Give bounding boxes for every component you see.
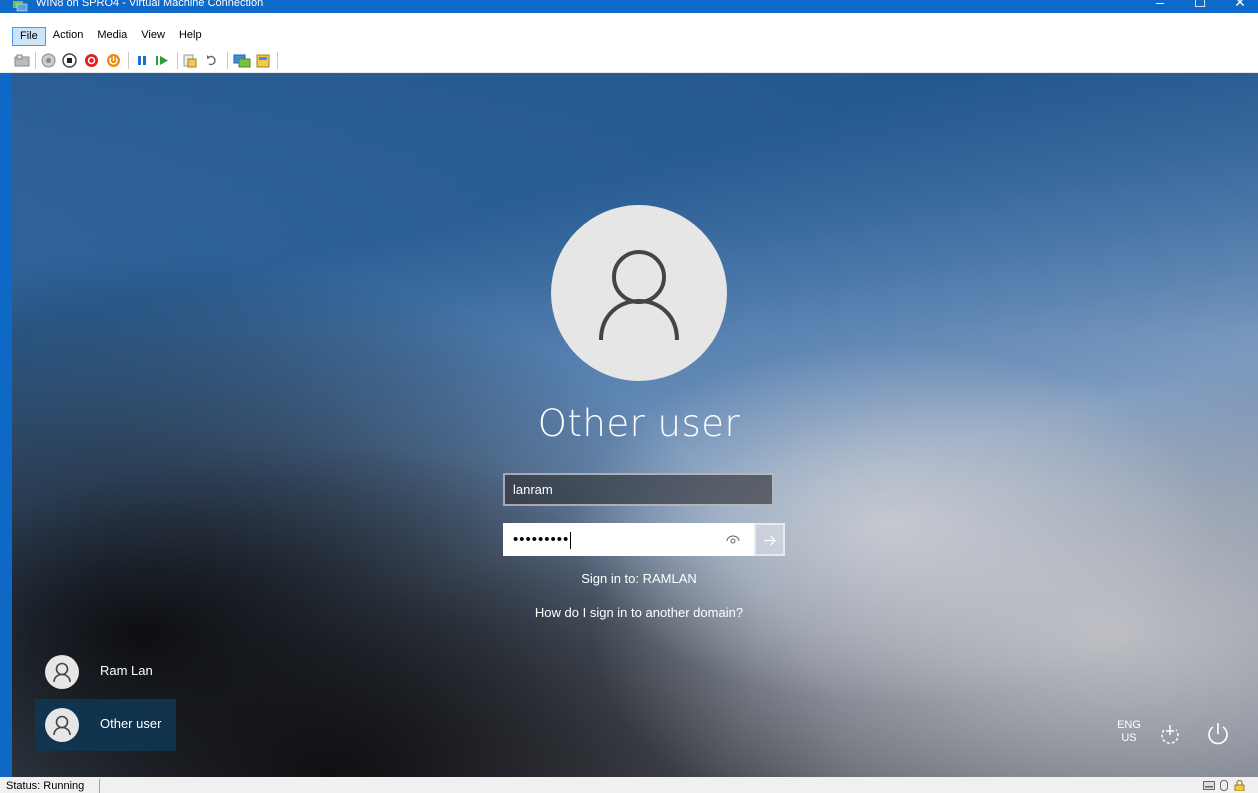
user-tile-label: Other user (100, 716, 162, 731)
mouse-icon (1220, 780, 1228, 791)
user-tile-avatar (45, 655, 79, 689)
reveal-password-icon[interactable] (726, 533, 740, 545)
ctrl-alt-del-icon[interactable] (14, 53, 30, 68)
input-language-indicator[interactable]: ENG US (1117, 719, 1141, 745)
sign-in-domain-text: Sign in to: RAMLAN (581, 571, 697, 586)
enhanced-session-icon[interactable] (233, 53, 251, 68)
user-tile-label: Ram Lan (100, 663, 153, 678)
pause-icon[interactable] (135, 53, 149, 68)
ease-of-access-icon[interactable] (1158, 722, 1182, 746)
user-silhouette-icon (53, 662, 71, 683)
user-silhouette-icon (53, 715, 71, 736)
lock-icon (1234, 780, 1245, 791)
region-code: US (1121, 732, 1137, 744)
close-button[interactable]: ✕ (1222, 0, 1258, 13)
reset-icon[interactable] (154, 53, 170, 68)
share-icon[interactable] (255, 53, 271, 68)
user-tile-avatar (45, 708, 79, 742)
user-silhouette-icon (599, 250, 679, 341)
menu-view[interactable]: View (134, 27, 172, 46)
menu-file[interactable]: File (12, 27, 46, 46)
password-field[interactable]: ••••••••• (503, 523, 754, 556)
other-domain-link[interactable]: How do I sign in to another domain? (439, 605, 839, 620)
menu-action[interactable]: Action (46, 27, 91, 46)
checkpoint-icon[interactable] (182, 53, 198, 68)
menu-help[interactable]: Help (172, 27, 209, 46)
vm-status-text: Status: Running (6, 780, 85, 792)
password-mask: ••••••••• (513, 531, 570, 548)
window-title: WIN8 on SPRO4 - Virtual Machine Connecti… (36, 0, 264, 9)
shutdown-icon[interactable] (84, 53, 99, 68)
menu-bar: File Action Media View Help (0, 13, 1258, 49)
save-icon[interactable] (106, 53, 121, 68)
text-cursor (570, 531, 572, 549)
username-field[interactable]: lanram (503, 473, 774, 506)
keyboard-icon (1203, 781, 1215, 790)
user-tile-other-user[interactable]: Other user (35, 699, 176, 751)
window-titlebar: WIN8 on SPRO4 - Virtual Machine Connecti… (0, 0, 1258, 13)
selected-user-name: Other user (537, 402, 741, 445)
status-bar: Status: Running (0, 777, 1258, 793)
arrow-right-icon (764, 535, 776, 546)
submit-button[interactable] (754, 523, 785, 556)
user-tile-ram-lan[interactable]: Ram Lan (35, 646, 176, 698)
user-avatar (551, 205, 727, 381)
turn-off-icon[interactable] (62, 53, 77, 68)
minimize-button[interactable]: – (1142, 0, 1178, 13)
vm-display[interactable]: Other user lanram ••••••••• Sign in to: … (12, 74, 1258, 777)
maximize-button[interactable]: ☐ (1182, 0, 1218, 13)
power-icon[interactable] (1205, 721, 1231, 747)
start-icon[interactable] (41, 53, 56, 68)
toolbar (0, 49, 1258, 73)
language-code: ENG (1117, 719, 1141, 731)
vm-connection-icon (13, 1, 28, 12)
revert-icon[interactable] (205, 53, 219, 68)
menu-media[interactable]: Media (90, 27, 134, 46)
